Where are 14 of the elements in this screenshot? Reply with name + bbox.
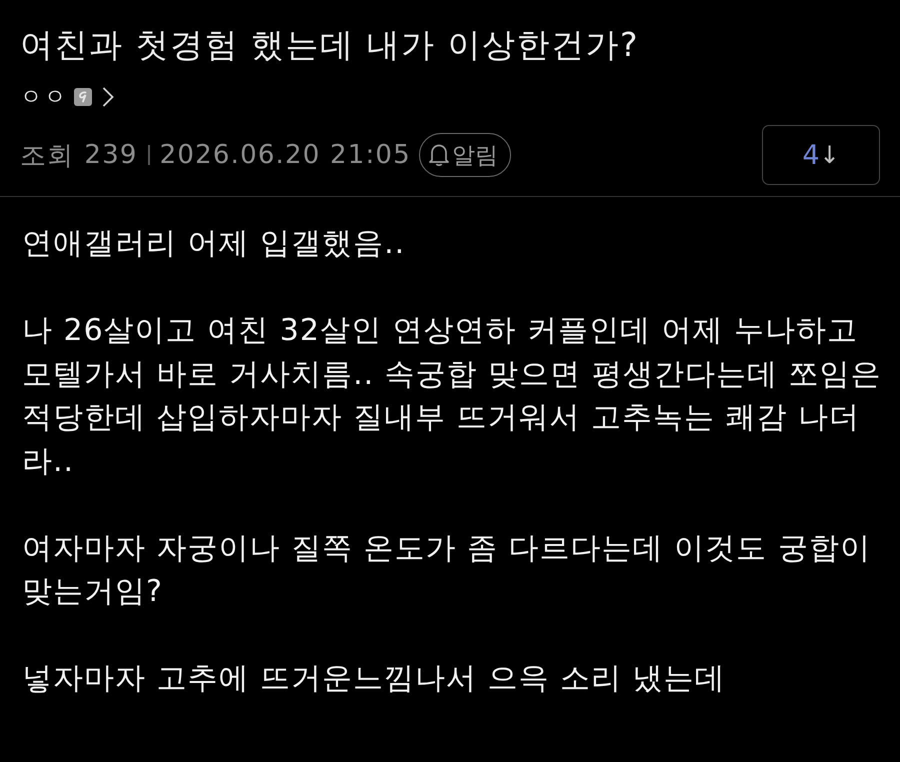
bell-icon	[428, 143, 450, 167]
author-name[interactable]: ㅇㅇ	[20, 82, 68, 112]
chevron-right-icon[interactable]	[102, 86, 114, 108]
alert-button[interactable]: 알림	[418, 133, 511, 177]
body-paragraph: 연애갤러리 어제 입갤했음..	[22, 225, 406, 263]
post-title: 여친과 첫경험 했는데 내가 이상한건가?	[20, 24, 640, 66]
view-count: 239	[84, 140, 138, 170]
views-label: 조회	[20, 140, 74, 172]
body-paragraph: 넣자마자 고추에 뜨거운느낌나서 으윽 소리 냈는데	[22, 660, 727, 698]
comment-jump-button[interactable]: 4↓	[762, 125, 880, 185]
badge-icon	[74, 88, 92, 106]
body-paragraph: 나 26살이고 여친 32살인 연상연하 커플인데 어제 누나하고 모텔가서 바로 거사치름.. 속궁합 맞으면 평생간다는데 쪼임은 적당한데 삽입하자마자 질내부 뜨거워서 고추녹는 쾌감 나더라..	[22, 312, 882, 480]
body-paragraph: 여자마자 자궁이나 질쪽 온도가 좀 다르다는데 이것도 궁합이 맞는거임?	[22, 530, 872, 611]
post-date: 2026.06.20 21:05	[160, 140, 411, 170]
